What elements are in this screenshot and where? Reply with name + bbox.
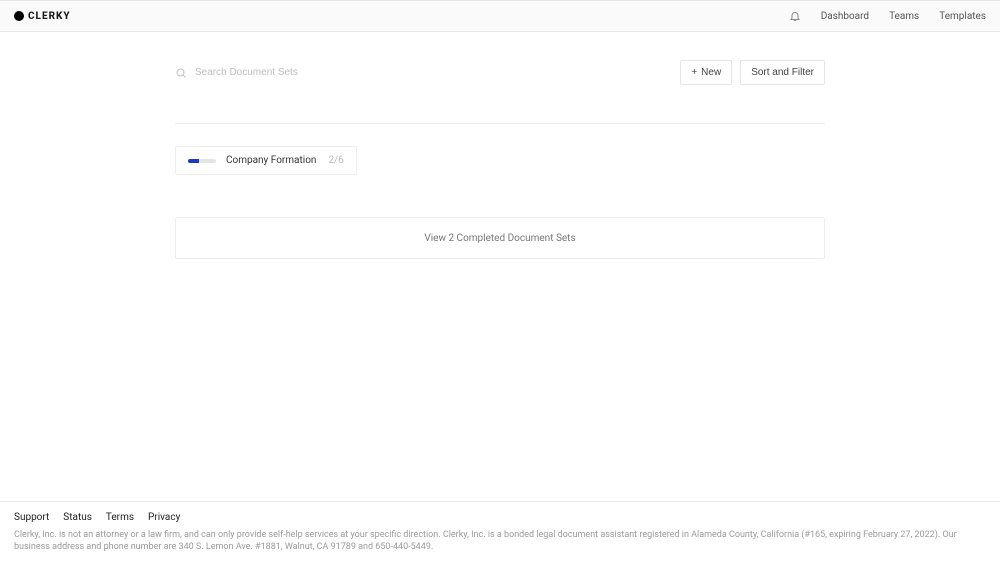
brand-mark-icon [14,11,24,21]
topbar-right: Dashboard Teams Templates [789,10,986,22]
footer-link-support[interactable]: Support [14,512,49,523]
progress-fill [188,159,199,163]
brand-name: CLERKY [28,11,71,22]
nav-dashboard[interactable]: Dashboard [821,11,869,22]
search-icon [175,67,187,79]
footer: Support Status Terms Privacy Clerky, Inc… [0,501,1000,562]
sort-filter-button[interactable]: Sort and Filter [740,60,825,85]
plus-icon: + [691,67,697,78]
footer-links: Support Status Terms Privacy [14,512,986,523]
new-button-label: New [701,67,721,78]
document-set-progress-count: 2/6 [328,155,343,166]
search-container [175,67,395,79]
nav-teams[interactable]: Teams [889,11,919,22]
sort-filter-label: Sort and Filter [751,67,814,78]
footer-link-privacy[interactable]: Privacy [148,512,180,523]
footer-link-terms[interactable]: Terms [106,512,134,523]
toolbar-row: + New Sort and Filter [175,60,825,85]
notifications-icon[interactable] [789,10,801,22]
section-divider [175,123,825,124]
search-input[interactable] [195,67,395,78]
brand-logo[interactable]: CLERKY [14,11,71,22]
progress-bar [188,159,216,163]
main-content: + New Sort and Filter Company Formation … [175,32,825,259]
nav-templates[interactable]: Templates [939,11,986,22]
footer-disclaimer: Clerky, Inc. is not an attorney or a law… [14,529,984,554]
new-button[interactable]: + New [680,60,732,85]
view-completed-button[interactable]: View 2 Completed Document Sets [175,217,825,259]
footer-link-status[interactable]: Status [63,512,92,523]
action-buttons: + New Sort and Filter [680,60,825,85]
view-completed-label: View 2 Completed Document Sets [424,233,575,244]
document-set-title: Company Formation [226,155,316,166]
top-bar: CLERKY Dashboard Teams Templates [0,0,1000,32]
document-set-card[interactable]: Company Formation 2/6 [175,146,357,175]
